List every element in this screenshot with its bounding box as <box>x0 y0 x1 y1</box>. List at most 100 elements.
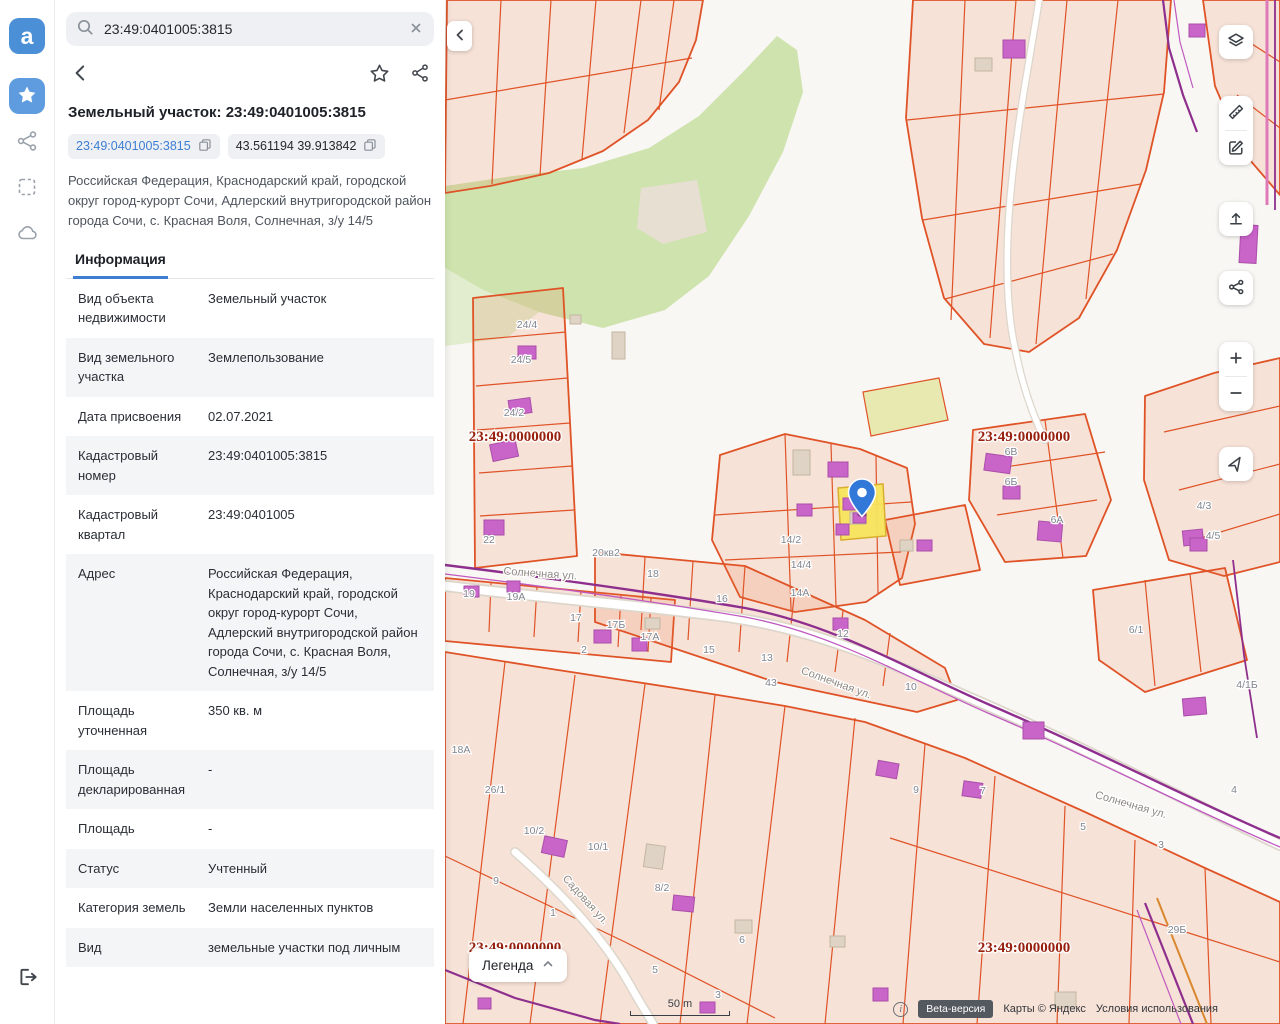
row-label: Кадастровый номер <box>66 436 198 495</box>
cloud-icon <box>16 222 38 247</box>
parcel-number: 4/1Б <box>1236 679 1258 691</box>
table-row: СтатусУчтенный <box>66 849 434 889</box>
minus-icon <box>1227 384 1245 405</box>
table-row: Дата присвоения02.07.2021 <box>66 397 434 437</box>
coordinates-value: 43.561194 39.913842 <box>236 139 357 153</box>
panel-toolbar <box>66 62 434 87</box>
tab-information[interactable]: Информация <box>73 244 168 279</box>
copy-coordinates-button[interactable] <box>363 138 377 155</box>
cadastral-number-link[interactable]: 23:49:0401005:3815 <box>76 139 191 153</box>
parcel-number: 29Б <box>1168 924 1187 936</box>
copy-cadastral-button[interactable] <box>198 138 212 155</box>
parcel-number: 19 <box>463 588 475 600</box>
share-button[interactable] <box>410 63 430 86</box>
row-label: Вид объекта недвижимости <box>66 279 198 338</box>
favorites-rail-button[interactable] <box>9 78 45 114</box>
scale-line <box>630 1011 730 1016</box>
draw-button[interactable] <box>1219 131 1253 165</box>
parcel-number: 6В <box>1005 446 1018 458</box>
clear-search-button[interactable] <box>408 20 424 39</box>
back-button[interactable] <box>70 62 92 87</box>
share-map-button[interactable] <box>1219 271 1253 305</box>
zoom-in-button[interactable] <box>1219 342 1253 376</box>
cadastral-number-chip: 23:49:0401005:3815 <box>68 134 220 159</box>
navigation-arrow-icon <box>1227 454 1245 475</box>
terms-link[interactable]: Условия использования <box>1096 1003 1218 1015</box>
parcel-number: 2 <box>581 644 587 656</box>
table-row: Площадь- <box>66 809 434 849</box>
parcel-number: 10 <box>905 681 917 693</box>
measure-tools-group <box>1219 96 1253 165</box>
logout-icon <box>17 966 39 991</box>
scale-label: 50 m <box>668 998 692 1010</box>
parcel-number: 6Б <box>1005 476 1018 488</box>
parcel-number: 24/4 <box>517 319 538 331</box>
table-row: Категория земельЗемли населенных пунктов <box>66 888 434 928</box>
parcel-number: 6А <box>1051 514 1064 526</box>
row-value: 23:49:0401005:3815 <box>198 436 434 495</box>
copy-icon <box>198 138 212 155</box>
map-container: 23:49:0000000 23:49:0000000 23:49:0000000 2… <box>445 0 1280 1024</box>
chevron-left-icon <box>70 62 92 87</box>
cadastral-quarter-label: 23:49:0000000 <box>978 940 1071 956</box>
parcel-number: 43 <box>765 677 777 689</box>
row-value: Земли населенных пунктов <box>198 888 434 928</box>
row-label: Категория земель <box>66 888 198 928</box>
zoom-out-button[interactable] <box>1219 377 1253 411</box>
app-logo[interactable]: a <box>9 18 45 54</box>
green-tinted-parcel <box>863 378 948 436</box>
parcel-number: 14/4 <box>791 559 812 571</box>
selection-rail-button[interactable] <box>9 170 45 206</box>
parcel-number: 9 <box>913 784 919 796</box>
row-label: Статус <box>66 849 198 889</box>
star-outline-icon <box>369 63 390 87</box>
row-value: земельные участки под личным <box>198 928 434 968</box>
objects-rail-button[interactable] <box>9 124 45 160</box>
parcel-number: 15 <box>703 644 715 656</box>
chips-row: 23:49:0401005:3815 43.561194 39.913842 <box>66 134 434 159</box>
close-icon <box>408 20 424 39</box>
table-row: Вид объекта недвижимостиЗемельный участо… <box>66 279 434 338</box>
upload-icon <box>1227 209 1245 230</box>
plus-icon <box>1227 349 1245 370</box>
parcel-number: 17Б <box>607 619 626 631</box>
object-address: Российская Федерация, Краснодарский край… <box>66 171 434 231</box>
measure-button[interactable] <box>1219 96 1253 130</box>
beta-badge: Beta-версия <box>918 1000 993 1018</box>
parcel-number: 6 <box>739 934 745 946</box>
tab-bar: Информация <box>66 244 434 279</box>
parcel-number: 22 <box>483 534 495 546</box>
legend-button[interactable]: Легенда <box>469 949 567 982</box>
parcel-number: 10/1 <box>588 841 609 853</box>
chevron-up-icon <box>542 958 554 973</box>
upload-button[interactable] <box>1219 202 1253 236</box>
cadastral-quarter-label: 23:49:0000000 <box>469 429 562 445</box>
layers-button[interactable] <box>1219 25 1253 59</box>
chevron-left-icon <box>453 28 467 45</box>
parcel-number: 5 <box>652 964 658 976</box>
parcel-number: 24/5 <box>511 354 532 366</box>
collapse-panel-button[interactable] <box>447 21 472 51</box>
street-name-label: Солнечная ул. <box>503 565 577 582</box>
parcel-number: 16 <box>716 593 728 605</box>
cloud-rail-button[interactable] <box>9 216 45 252</box>
favorite-button[interactable] <box>369 63 390 87</box>
parcel-number: 8/2 <box>655 882 670 894</box>
map-canvas[interactable]: 23:49:0000000 23:49:0000000 23:49:0000000 2… <box>445 0 1280 1024</box>
table-row: Кадастровый номер23:49:0401005:3815 <box>66 436 434 495</box>
table-row: АдресРоссийская Федерация, Краснодарский… <box>66 554 434 691</box>
app-logo-letter: a <box>21 23 34 50</box>
row-value: - <box>198 750 434 809</box>
search-icon <box>76 18 94 41</box>
parcel-number: 20кв2 <box>592 547 620 559</box>
info-icon[interactable]: i <box>893 1002 908 1017</box>
cadastral-quarter-label: 23:49:0000000 <box>978 429 1071 445</box>
search-input[interactable] <box>102 20 400 38</box>
parcel-number: 4/3 <box>1197 500 1212 512</box>
row-label: Вид земельного участка <box>66 338 198 397</box>
search-bar <box>66 12 434 46</box>
attributes-table: Вид объекта недвижимостиЗемельный участо… <box>66 279 434 1024</box>
row-label: Площадь уточненная <box>66 691 198 750</box>
logout-button[interactable] <box>10 960 46 996</box>
locate-button[interactable] <box>1219 447 1253 481</box>
